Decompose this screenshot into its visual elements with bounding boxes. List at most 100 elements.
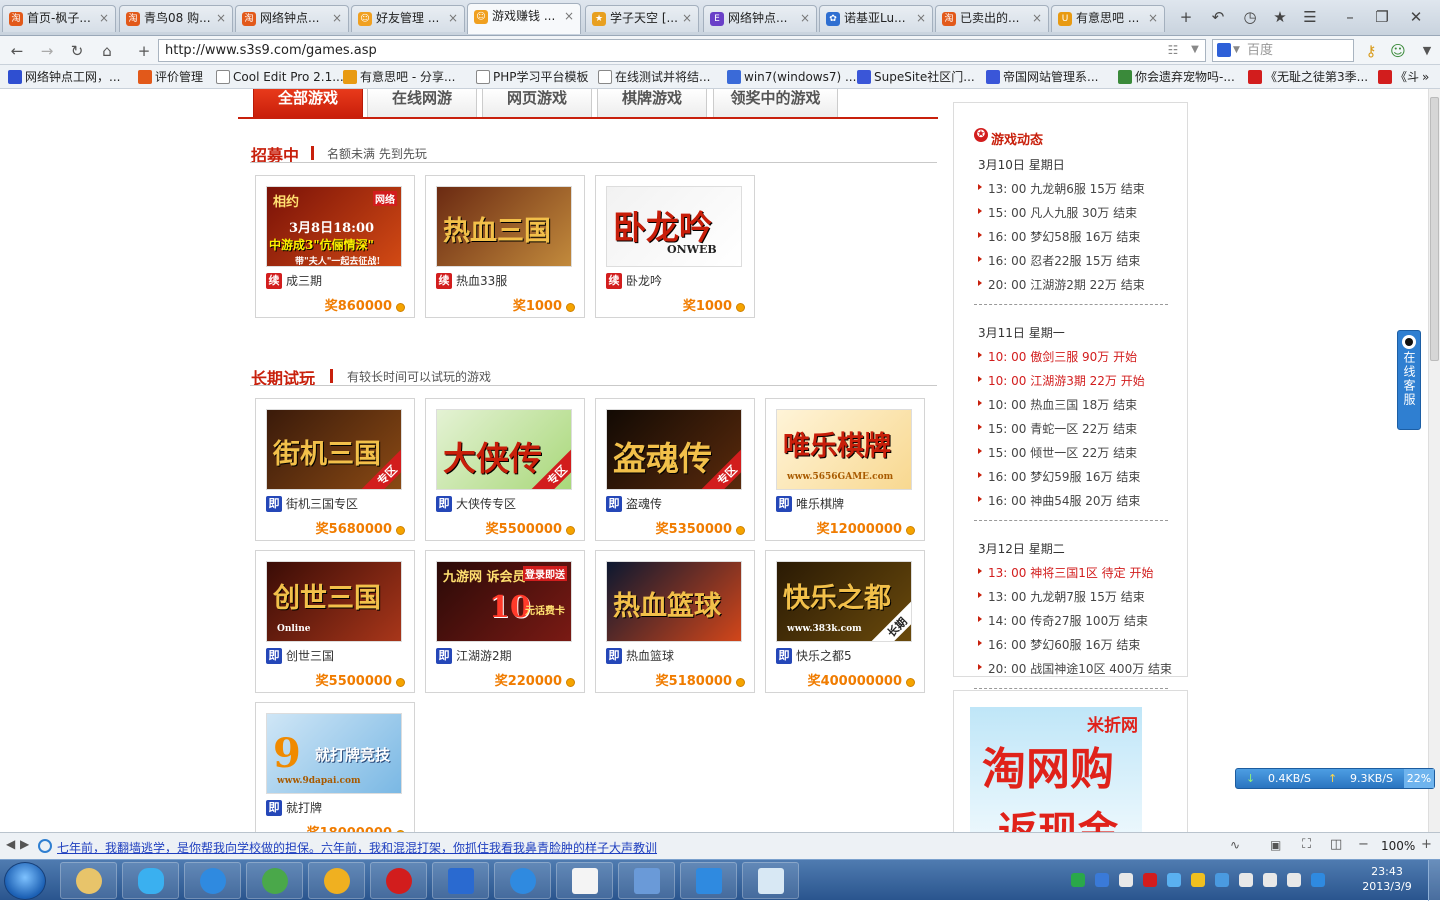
bookmark-5[interactable]: PHP学习平台模板 bbox=[476, 68, 589, 86]
game-card[interactable]: 街机三国 专区即街机三国专区 奖5680000 bbox=[255, 398, 415, 541]
compat-mode-icon[interactable]: ☷ bbox=[1162, 39, 1184, 61]
tab-7[interactable]: E 网络钟点... × bbox=[703, 5, 817, 32]
security-tray-icon[interactable] bbox=[1071, 873, 1085, 887]
game-thumbnail[interactable]: 创世三国 Online bbox=[266, 561, 402, 642]
display-tray-icon[interactable] bbox=[1263, 873, 1277, 887]
taskbar-app-11[interactable] bbox=[680, 862, 737, 899]
game-card[interactable]: 唯乐棋牌 www.5656GAME.com 即唯乐棋牌 奖12000000 bbox=[765, 398, 925, 541]
taskbar-app-6[interactable] bbox=[370, 862, 427, 899]
taskbar-app-1[interactable] bbox=[60, 862, 117, 899]
game-tab-3[interactable]: 网页游戏 bbox=[482, 89, 592, 119]
close-tab-icon[interactable]: × bbox=[564, 4, 574, 29]
tab-6[interactable]: ★ 学子天空 [... × bbox=[585, 5, 699, 32]
volume-tray-icon[interactable] bbox=[1287, 873, 1301, 887]
game-card[interactable]: 盗魂传 专区即盗魂传 奖5350000 bbox=[595, 398, 755, 541]
taskbar-app-3[interactable] bbox=[184, 862, 241, 899]
bookmark-4[interactable]: 有意思吧 - 分享... bbox=[343, 68, 455, 86]
game-thumbnail[interactable]: 热血三国 bbox=[436, 186, 572, 267]
dynamic-event[interactable]: 10: 00 热血三国 18万 结束 bbox=[978, 396, 1137, 413]
dynamic-event[interactable]: 10: 00 傲剑三服 90万 开始 bbox=[978, 348, 1137, 365]
dynamic-event[interactable]: 16: 00 梦幻58服 16万 结束 bbox=[978, 228, 1140, 245]
ad-panel[interactable]: 米折网 淘网购 返现金 bbox=[953, 690, 1188, 832]
taskbar-app-9[interactable] bbox=[556, 862, 613, 899]
qq-tray-icon[interactable] bbox=[1167, 873, 1181, 887]
game-card[interactable]: 热血篮球即热血篮球 奖5180000 bbox=[595, 550, 755, 693]
forward-icon[interactable]: → bbox=[36, 40, 58, 62]
dynamic-event[interactable]: 20: 00 战国神途10区 400万 结束 bbox=[978, 660, 1172, 677]
key-icon[interactable]: ⚷ bbox=[1360, 40, 1382, 62]
online-service-widget[interactable]: 在线客服 bbox=[1397, 330, 1421, 430]
tab-1[interactable]: 淘首页-枫子... × bbox=[2, 5, 116, 32]
undo-close-icon[interactable]: ↶ bbox=[1206, 6, 1230, 28]
close-tab-icon[interactable]: × bbox=[1032, 6, 1042, 31]
game-thumbnail[interactable]: 大侠传 专区 bbox=[436, 409, 572, 490]
dynamic-event[interactable]: 15: 00 倾世一区 22万 结束 bbox=[978, 444, 1137, 461]
window-icon[interactable]: ▣ bbox=[1270, 838, 1281, 852]
game-thumbnail[interactable]: 相约 网络 3月8日18:00 中游成3"伉俪情深" 带"夫人"一起去征战! bbox=[266, 186, 402, 267]
bookmark-9[interactable]: 帝国网站管理系... bbox=[986, 68, 1098, 86]
game-thumbnail[interactable]: 街机三国 专区 bbox=[266, 409, 402, 490]
game-name[interactable]: 卧龙吟 bbox=[626, 273, 662, 289]
dynamic-event[interactable]: 13: 00 九龙朝7服 15万 结束 bbox=[978, 588, 1145, 605]
user-icon[interactable]: ☺ bbox=[1387, 40, 1409, 62]
tab-10[interactable]: U 有意思吧 ... × bbox=[1051, 5, 1165, 32]
minimize-icon[interactable]: – bbox=[1336, 6, 1364, 28]
taskbar-app-10[interactable] bbox=[618, 862, 675, 899]
game-card[interactable]: 相约 网络 3月8日18:00 中游成3"伉俪情深" 带"夫人"一起去征战! 续成三期 奖8… bbox=[255, 175, 415, 318]
bookmark-3[interactable]: Cool Edit Pro 2.1... bbox=[216, 68, 344, 86]
tab-2[interactable]: 淘青鸟08 购... × bbox=[119, 5, 233, 32]
game-thumbnail[interactable]: 9 就打牌竞技 www.9dapai.com bbox=[266, 713, 402, 794]
menu-icon[interactable]: ☰ bbox=[1298, 6, 1322, 28]
new-tab-icon[interactable]: + bbox=[133, 40, 155, 62]
tab-5[interactable]: ☺ 游戏赚钱 ... × bbox=[467, 3, 581, 34]
taskbar-app-8[interactable] bbox=[494, 862, 551, 899]
game-tab-5[interactable]: 领奖中的游戏 bbox=[713, 89, 838, 119]
maximize-icon[interactable]: ❐ bbox=[1368, 6, 1396, 28]
url-dropdown-icon[interactable]: ▼ bbox=[1184, 39, 1206, 61]
game-tab-1[interactable]: 全部游戏 bbox=[253, 89, 363, 119]
taskbar-app-4[interactable] bbox=[246, 862, 303, 899]
bookmark-7[interactable]: win7(windows7) ... bbox=[727, 68, 856, 86]
game-thumbnail[interactable]: 热血篮球 bbox=[606, 561, 742, 642]
status-message[interactable]: 七年前，我翻墙逃学，是你帮我向学校做的担保。六年前，我和混混打架，你抓住我看我鼻… bbox=[57, 839, 657, 856]
game-card[interactable]: 9就打牌竞技www.9dapai.com即就打牌奖18000000 bbox=[255, 702, 415, 832]
dynamic-event[interactable]: 10: 00 江湖游3期 22万 开始 bbox=[978, 372, 1145, 389]
game-name[interactable]: 就打牌 bbox=[286, 800, 322, 816]
bookmarks-overflow-icon[interactable]: » bbox=[1422, 68, 1429, 86]
power-tray-icon[interactable] bbox=[1191, 873, 1205, 887]
dynamic-event[interactable]: 14: 00 传奇27服 100万 结束 bbox=[978, 612, 1148, 629]
show-desktop-button[interactable] bbox=[1428, 860, 1440, 901]
game-tab-2[interactable]: 在线网游 bbox=[367, 89, 477, 119]
start-button[interactable] bbox=[4, 862, 46, 900]
game-name[interactable]: 热血篮球 bbox=[626, 648, 674, 664]
new-tab-icon[interactable]: + bbox=[1174, 6, 1198, 28]
tab-9[interactable]: 淘已卖出的... × bbox=[935, 5, 1049, 32]
game-name[interactable]: 热血33服 bbox=[456, 273, 507, 289]
game-name[interactable]: 大侠传专区 bbox=[456, 496, 516, 512]
network-tray-icon[interactable] bbox=[1239, 873, 1253, 887]
dynamic-event[interactable]: 16: 00 神曲54服 20万 结束 bbox=[978, 492, 1140, 509]
bookmark-1[interactable]: 网络钟点工网，... bbox=[8, 68, 120, 86]
dynamic-event[interactable]: 13: 00 九龙朝6服 15万 结束 bbox=[978, 180, 1145, 197]
taskbar-app-7[interactable] bbox=[432, 862, 489, 899]
game-name[interactable]: 盗魂传 bbox=[626, 496, 662, 512]
scrollbar-thumb[interactable] bbox=[1430, 97, 1439, 361]
close-tab-icon[interactable]: × bbox=[682, 6, 692, 31]
zoom-in-icon[interactable]: + bbox=[1421, 837, 1432, 852]
cloud-tray-icon[interactable] bbox=[1215, 873, 1229, 887]
clock[interactable]: 23:43 2013/3/9 bbox=[1357, 864, 1417, 894]
game-name[interactable]: 创世三国 bbox=[286, 648, 334, 664]
search-input[interactable]: ▼ 百度 bbox=[1212, 39, 1354, 62]
dynamic-event[interactable]: 13: 00 神将三国1区 待定 开始 bbox=[978, 564, 1153, 581]
game-name[interactable]: 成三期 bbox=[286, 273, 322, 289]
game-name[interactable]: 快乐之都5 bbox=[796, 648, 852, 664]
close-tab-icon[interactable]: × bbox=[99, 6, 109, 31]
game-card[interactable]: 卧龙吟 ONWEB 续卧龙吟 奖1000 bbox=[595, 175, 755, 318]
game-card[interactable]: 快乐之都 www.383k.com 长期即快乐之都5 奖400000000 bbox=[765, 550, 925, 693]
split-view-icon[interactable]: ◫ bbox=[1330, 837, 1342, 852]
dynamic-event[interactable]: 15: 00 青蛇一区 22万 结束 bbox=[978, 420, 1137, 437]
menu-icon[interactable]: ▼ bbox=[1416, 40, 1438, 62]
bookmark-6[interactable]: 在线测试并将结... bbox=[598, 68, 710, 86]
zoom-level[interactable]: 100% bbox=[1381, 839, 1415, 853]
game-card[interactable]: 创世三国 Online 即创世三国 奖5500000 bbox=[255, 550, 415, 693]
